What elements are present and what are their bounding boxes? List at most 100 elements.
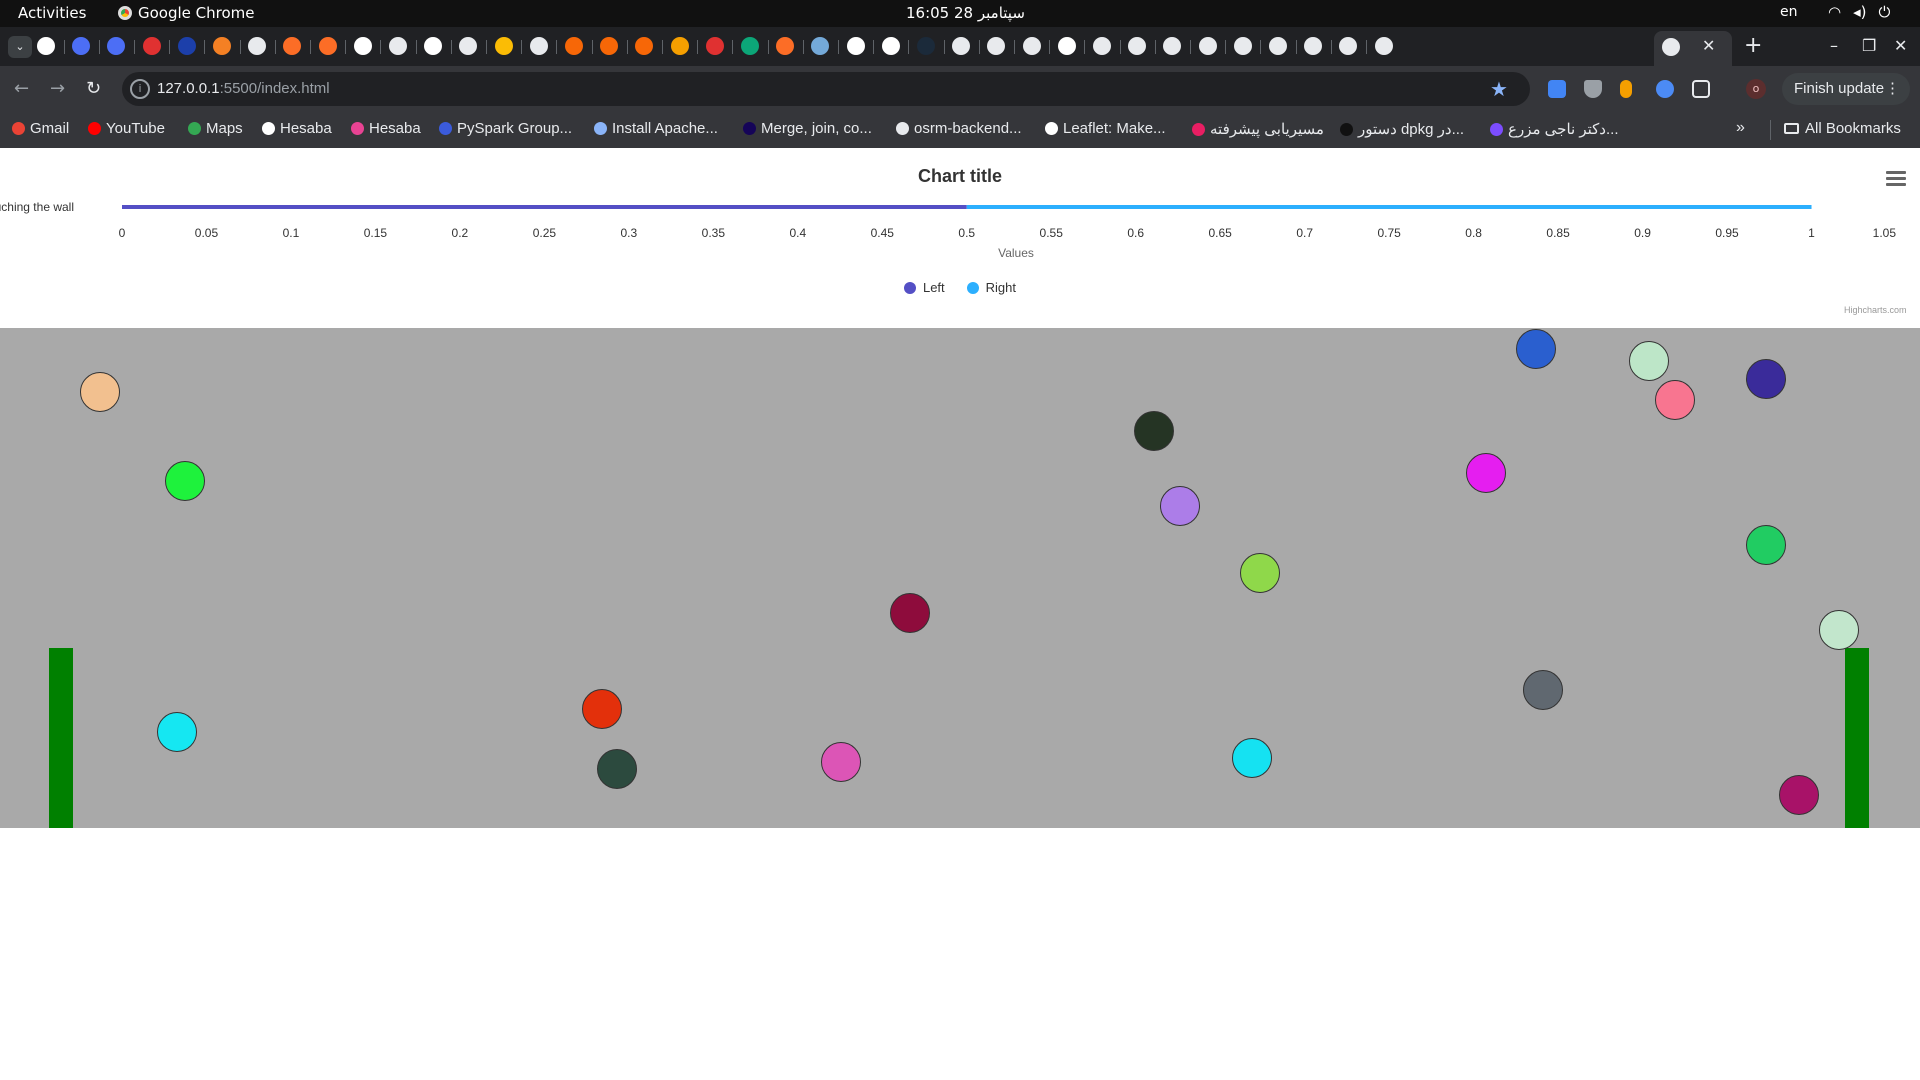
openai-icon[interactable] bbox=[987, 37, 1006, 55]
system-status-menu[interactable]: ◠ ◂) ⏻ bbox=[1828, 3, 1890, 21]
bookmark-item[interactable]: Install Apache... bbox=[594, 120, 718, 137]
chart-credits[interactable]: Highcharts.com bbox=[1844, 305, 1907, 315]
bookmark-item[interactable]: مسیریابی پیشرفته bbox=[1192, 120, 1324, 138]
all-bookmarks-button[interactable]: All Bookmarks bbox=[1784, 120, 1901, 137]
bookmark-item[interactable]: Gmail bbox=[12, 120, 69, 137]
more-bookmarks-icon[interactable]: » bbox=[1736, 119, 1745, 137]
tab-search-button[interactable]: ⌄ bbox=[8, 36, 32, 58]
google-icon[interactable] bbox=[353, 37, 372, 55]
close-window-icon[interactable]: ✕ bbox=[1894, 36, 1907, 55]
bookmark-label: Maps bbox=[206, 120, 243, 137]
globe-icon[interactable] bbox=[952, 37, 971, 55]
r-icon[interactable] bbox=[811, 37, 830, 55]
stackoverflow-icon[interactable] bbox=[213, 37, 231, 55]
seven-icon[interactable] bbox=[705, 37, 724, 55]
drive-icon[interactable] bbox=[494, 37, 513, 55]
google-icon[interactable] bbox=[1057, 37, 1076, 55]
translate-extension-icon[interactable] bbox=[1548, 80, 1566, 98]
bookmark-item[interactable]: YouTube bbox=[88, 120, 165, 137]
legend-marker-right bbox=[966, 281, 979, 294]
bar-left[interactable] bbox=[122, 205, 967, 209]
tab-separator bbox=[1084, 40, 1086, 54]
r-dark-icon[interactable] bbox=[917, 37, 935, 55]
back-icon[interactable]: ← bbox=[14, 78, 29, 99]
github-icon[interactable] bbox=[1304, 37, 1323, 55]
shield-extension-icon[interactable] bbox=[1584, 80, 1602, 98]
bookmark-item[interactable]: Leaflet: Make... bbox=[1045, 120, 1166, 137]
sync-extension-icon[interactable] bbox=[1656, 80, 1674, 98]
new-tab-button[interactable]: + bbox=[1744, 33, 1762, 58]
minimize-icon[interactable]: – bbox=[1830, 36, 1838, 55]
google-icon[interactable] bbox=[846, 37, 865, 55]
url-text[interactable]: 127.0.0.1:5500/index.html bbox=[157, 80, 330, 97]
bar-group bbox=[122, 205, 1812, 209]
clock[interactable]: 16:05 28 سپتامبر bbox=[906, 4, 1025, 22]
bookmarks-divider bbox=[1770, 120, 1771, 140]
github-icon[interactable] bbox=[1198, 37, 1217, 55]
github-icon[interactable] bbox=[1374, 37, 1393, 55]
reload-icon[interactable]: ↻ bbox=[86, 78, 101, 99]
github-icon[interactable] bbox=[1093, 37, 1111, 55]
github-icon[interactable] bbox=[1233, 37, 1252, 55]
gitlab-icon[interactable] bbox=[283, 37, 302, 55]
bookmark-item[interactable]: Merge, join, co... bbox=[743, 120, 872, 137]
cp-icon[interactable] bbox=[635, 37, 654, 55]
globe-icon[interactable] bbox=[529, 37, 548, 55]
axis-tick-label: 0.3 bbox=[621, 226, 638, 240]
fire-extension-icon[interactable] bbox=[1620, 80, 1632, 98]
legend-item-left[interactable]: Left bbox=[903, 280, 945, 295]
tab-separator bbox=[943, 40, 945, 54]
activities-button[interactable]: Activities bbox=[18, 4, 86, 22]
bookmark-item[interactable]: دستور dpkg در... bbox=[1340, 120, 1464, 138]
input-language[interactable]: en bbox=[1780, 4, 1798, 20]
tab-separator bbox=[732, 40, 734, 54]
b-icon[interactable] bbox=[177, 37, 196, 55]
cp-icon[interactable] bbox=[600, 37, 619, 55]
close-tab-icon[interactable]: ✕ bbox=[1702, 36, 1715, 55]
github-icon[interactable] bbox=[1128, 37, 1147, 55]
forward-icon[interactable]: → bbox=[50, 78, 65, 99]
globe-icon[interactable] bbox=[459, 37, 478, 55]
brackets-icon[interactable] bbox=[142, 37, 161, 55]
bookmark-star-icon[interactable]: ★ bbox=[1490, 77, 1508, 101]
globe-icon[interactable] bbox=[248, 37, 267, 55]
legend-item-right[interactable]: Right bbox=[966, 280, 1016, 295]
google-icon[interactable] bbox=[37, 37, 55, 55]
axis-tick-label: 0.9 bbox=[1634, 226, 1651, 240]
bookmark-item[interactable]: Maps bbox=[188, 120, 243, 137]
github-icon[interactable] bbox=[1163, 37, 1182, 55]
extensions-puzzle-icon[interactable] bbox=[1692, 80, 1710, 98]
bar-right[interactable] bbox=[966, 205, 1812, 209]
axis-tick-labels: 0 0.05 0.1 0.15 0.2 0.25 0.3 0.35 0.4 0.45 0.5 0.55… bbox=[119, 226, 1897, 240]
bookmark-favicon-icon bbox=[351, 122, 364, 135]
cp-icon[interactable] bbox=[565, 37, 583, 55]
tab-active[interactable]: ✕ bbox=[1654, 31, 1732, 66]
bing-icon[interactable] bbox=[741, 37, 759, 55]
chart-context-menu-icon[interactable] bbox=[1886, 171, 1906, 189]
github-icon[interactable] bbox=[1269, 37, 1287, 55]
tab-separator bbox=[486, 40, 487, 54]
restore-icon[interactable]: ❐ bbox=[1862, 36, 1876, 55]
bookmark-item[interactable]: osrm-backend... bbox=[896, 120, 1022, 137]
app-menu[interactable]: Google Chrome bbox=[118, 4, 255, 22]
tab-separator bbox=[450, 40, 452, 54]
arc-icon[interactable] bbox=[670, 37, 689, 55]
profile-avatar[interactable]: o bbox=[1746, 79, 1766, 99]
bookmark-item[interactable]: Hesaba bbox=[262, 120, 332, 137]
globe-icon[interactable] bbox=[389, 37, 407, 55]
bookmark-item[interactable]: دکتر ناجی مزرع... bbox=[1490, 120, 1619, 138]
github-icon[interactable] bbox=[1022, 37, 1041, 55]
blue-a-icon[interactable] bbox=[72, 37, 91, 55]
gitlab-icon[interactable] bbox=[318, 37, 337, 55]
github-icon[interactable] bbox=[1339, 37, 1358, 55]
gitlab-icon[interactable] bbox=[776, 37, 795, 55]
blue-a-icon[interactable] bbox=[107, 37, 126, 55]
site-info-icon[interactable]: i bbox=[130, 79, 150, 99]
finish-update-button[interactable]: Finish update ⋮ bbox=[1782, 73, 1910, 105]
address-bar[interactable]: i 127.0.0.1:5500/index.html ★ bbox=[122, 72, 1530, 106]
google-icon[interactable] bbox=[881, 37, 900, 55]
bookmark-item[interactable]: Hesaba bbox=[351, 120, 421, 137]
google-icon[interactable] bbox=[424, 37, 443, 55]
bookmark-item[interactable]: PySpark Group... bbox=[439, 120, 572, 137]
tab-separator bbox=[134, 40, 135, 54]
